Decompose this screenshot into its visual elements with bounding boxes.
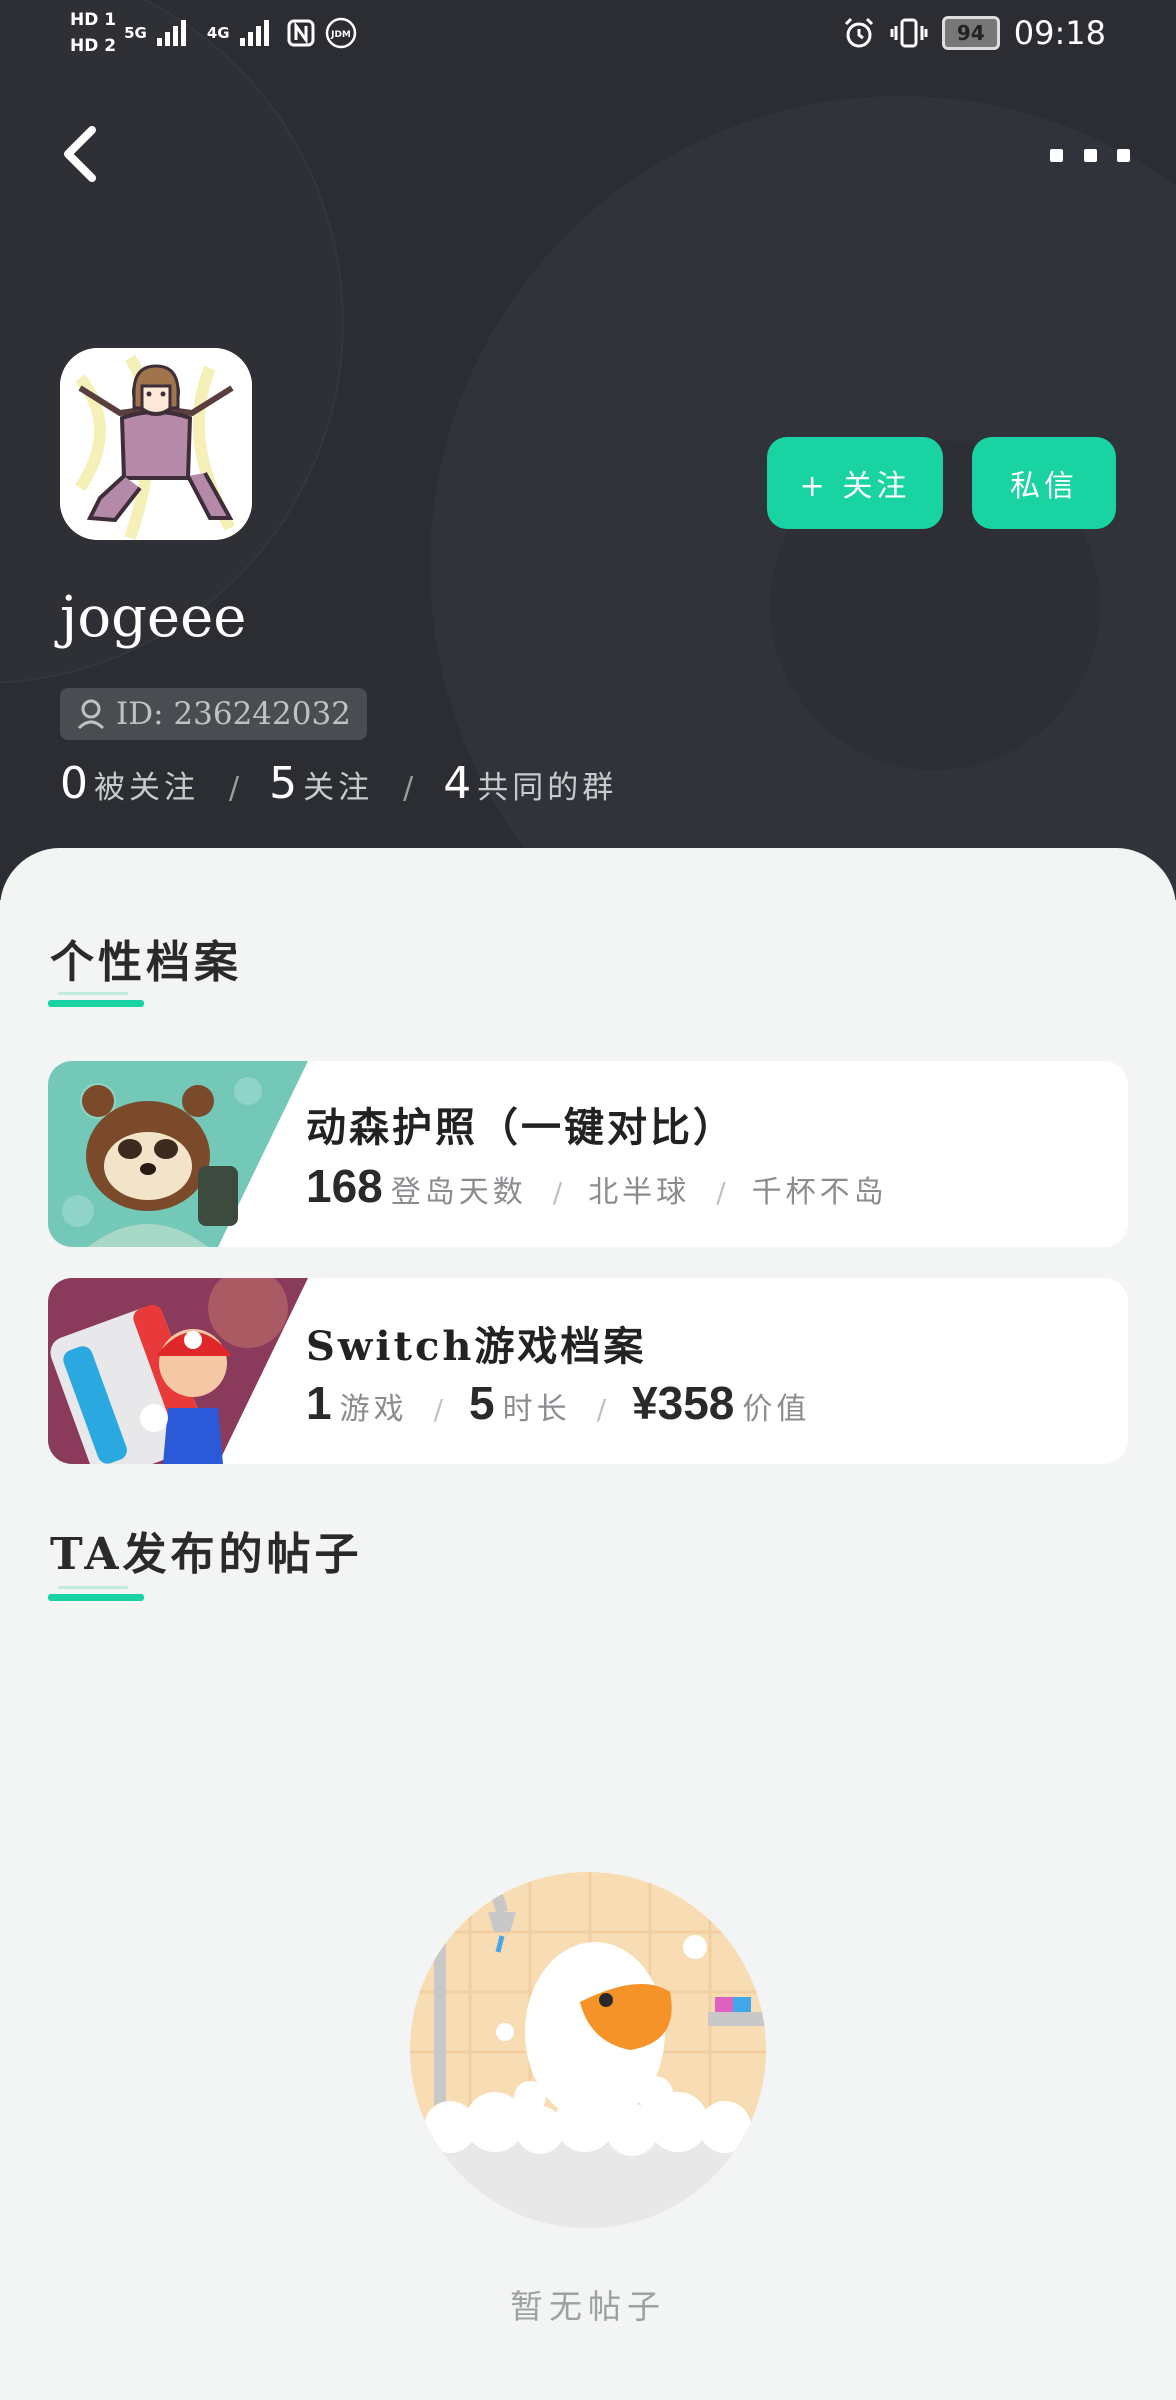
- acnh-passport-card[interactable]: 动森护照（一键对比） 168 登岛天数 / 北半球 / 千杯不岛: [48, 1061, 1128, 1247]
- empty-posts-illustration: [410, 1872, 766, 2228]
- signal-icon: [156, 20, 186, 46]
- clock: 09:18: [1013, 14, 1106, 52]
- following-count[interactable]: 5: [269, 758, 297, 809]
- games-label: 游戏: [339, 1392, 408, 1427]
- dot: [1117, 148, 1130, 162]
- value-amount: ¥358: [632, 1377, 735, 1429]
- archive-section-title: 个性档案: [50, 937, 242, 988]
- hours-label: 时长: [502, 1392, 571, 1427]
- user-id-text: ID: 236242032: [116, 696, 351, 732]
- hours-value: 5: [469, 1377, 495, 1429]
- header-deco-circle: [0, 0, 344, 684]
- sim2-label: HD 2: [70, 36, 117, 56]
- following-label[interactable]: 关注: [303, 762, 373, 807]
- profile-header: HD 1 HD 2 5G 4G JDM 94 09:18 + 关注 私信 jog…: [0, 0, 1176, 900]
- status-left: HD 1 HD 2 5G 4G JDM: [70, 10, 358, 56]
- signal-icon: [239, 20, 269, 46]
- back-button[interactable]: [56, 120, 116, 190]
- island-name-label: 千杯不岛: [751, 1175, 888, 1210]
- followers-label[interactable]: 被关注: [94, 762, 199, 807]
- stat-separator: /: [229, 771, 240, 806]
- card-stats: 168 登岛天数 / 北半球 / 千杯不岛: [306, 1159, 888, 1213]
- dot: [1083, 148, 1097, 162]
- vibrate-icon: [890, 18, 928, 48]
- avatar[interactable]: [60, 348, 252, 540]
- card-title: Switch游戏档案: [306, 1323, 647, 1370]
- status-right: 94 09:18: [842, 14, 1106, 52]
- follow-button[interactable]: + 关注: [767, 437, 943, 529]
- status-bar: HD 1 HD 2 5G 4G JDM 94 09:18: [0, 0, 1176, 72]
- switch-mario-image: [48, 1278, 308, 1464]
- card-stats: 1 游戏 / 5 时长 / ¥358 价值: [306, 1376, 810, 1430]
- app-status-icon: JDM: [325, 17, 356, 49]
- hemisphere-label: 北半球: [588, 1175, 691, 1210]
- games-value: 1: [306, 1377, 332, 1429]
- stat-separator: /: [403, 771, 414, 806]
- empty-posts-text: 暂无帖子: [510, 2287, 666, 2326]
- avatar-illustration: [60, 348, 252, 540]
- user-id-badge[interactable]: ID: 236242032: [60, 688, 367, 740]
- battery-icon: 94: [941, 16, 1000, 50]
- net2-label: 4G: [206, 24, 230, 42]
- svg-text:JDM: JDM: [330, 30, 351, 40]
- switch-archive-card[interactable]: Switch游戏档案 1 游戏 / 5 时长 / ¥358 价值: [48, 1278, 1128, 1464]
- user-id-icon: [77, 699, 105, 730]
- followers-count[interactable]: 0: [60, 758, 88, 809]
- acnh-character-image: [48, 1061, 308, 1247]
- net1-label: 5G: [124, 24, 147, 42]
- nfc-icon: [287, 19, 315, 47]
- island-days-label: 登岛天数: [390, 1175, 527, 1210]
- island-days-value: 168: [306, 1160, 383, 1212]
- dot: [1050, 148, 1063, 162]
- stat-separator: /: [552, 1176, 563, 1209]
- posts-section-title: TA发布的帖子: [50, 1529, 363, 1580]
- stat-separator: /: [716, 1176, 726, 1209]
- section-title-underline: [48, 1586, 144, 1601]
- common-groups-count[interactable]: 4: [443, 758, 471, 809]
- message-button[interactable]: 私信: [972, 437, 1116, 529]
- card-title: 动森护照（一键对比）: [306, 1104, 736, 1151]
- section-title-underline: [48, 992, 144, 1007]
- back-arrow-icon: [64, 126, 96, 182]
- username: jogeee: [60, 585, 247, 650]
- stat-separator: /: [433, 1393, 444, 1426]
- more-dots-icon[interactable]: [1050, 140, 1130, 170]
- follow-stats: 0 被关注 / 5 关注 / 4 共同的群: [60, 758, 617, 809]
- common-groups-label[interactable]: 共同的群: [477, 762, 617, 807]
- sim1-label: HD 1: [70, 10, 117, 30]
- value-label: 价值: [742, 1392, 811, 1427]
- alarm-icon: [844, 17, 873, 48]
- stat-separator: /: [596, 1393, 607, 1426]
